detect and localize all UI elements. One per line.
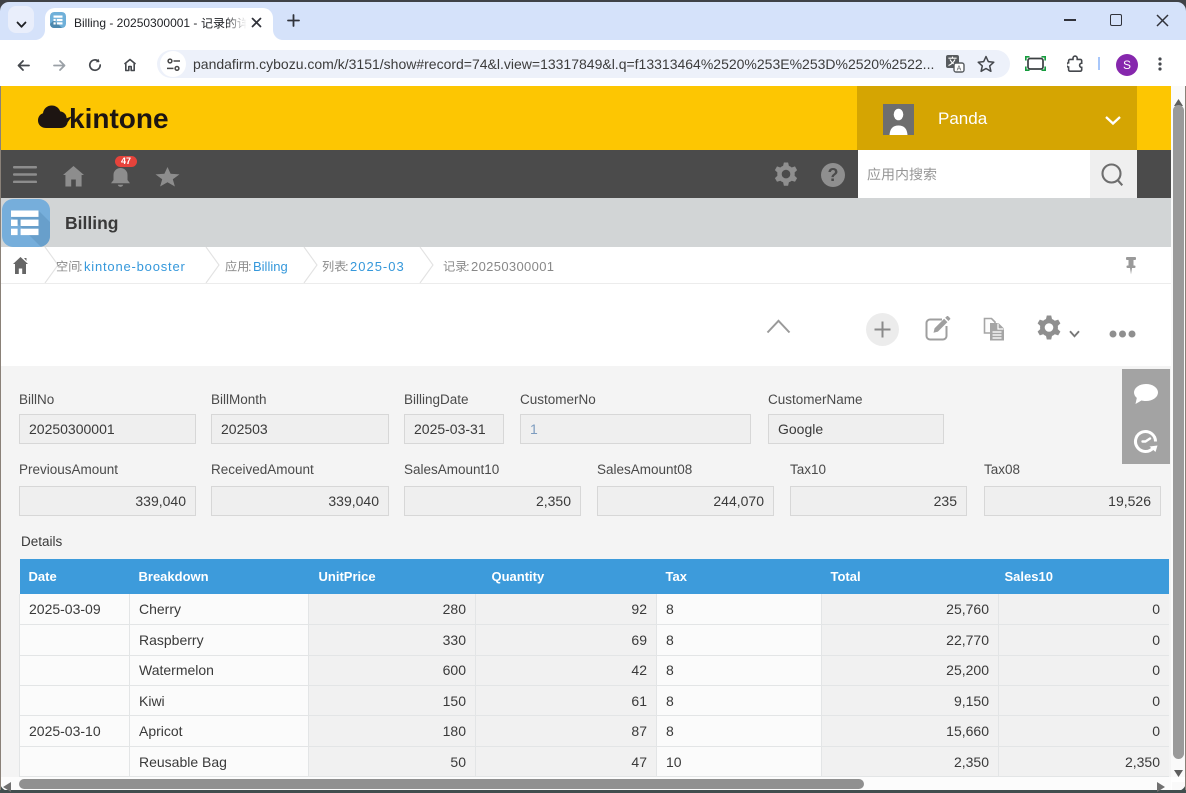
svg-text:kintone: kintone xyxy=(69,104,169,132)
svg-text:A: A xyxy=(957,65,962,72)
